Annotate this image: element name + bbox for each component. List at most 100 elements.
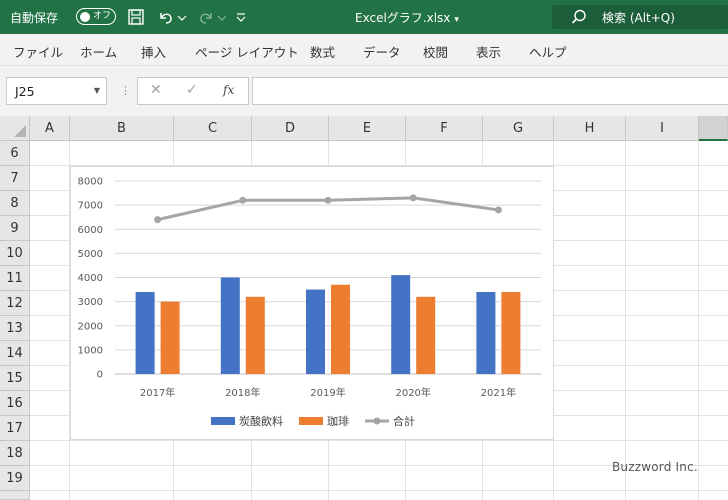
column-header-c[interactable]: C — [174, 116, 252, 141]
insert-function-button[interactable]: fx — [223, 83, 234, 97]
menu-insert[interactable]: 挿入 — [141, 42, 166, 61]
row-header-16[interactable]: 16 — [0, 391, 30, 416]
menu-home[interactable]: ホーム — [80, 42, 117, 61]
menu-bar: ファイル ホーム 挿入 ページ レイアウト 数式 データ 校閲 表示 ヘルプ — [0, 34, 728, 66]
redo-dropdown-icon[interactable] — [216, 7, 228, 27]
bar-series2 — [245, 296, 265, 374]
y-tick-label: 5000 — [78, 249, 103, 260]
chevron-down-icon[interactable]: ▼ — [94, 86, 100, 95]
bar-series1 — [220, 277, 240, 374]
bar-series1 — [135, 291, 155, 374]
redo-icon[interactable] — [196, 7, 216, 27]
legend-label: 珈琲 — [327, 414, 349, 428]
column-header-b[interactable]: B — [70, 116, 174, 141]
undo-dropdown-icon[interactable] — [176, 7, 188, 27]
column-header-j[interactable] — [699, 116, 728, 141]
y-tick-label: 6000 — [78, 225, 103, 236]
row-header-15[interactable]: 15 — [0, 366, 30, 391]
line-point — [154, 216, 162, 224]
legend-label: 合計 — [393, 414, 415, 428]
line-point — [409, 194, 417, 202]
x-tick-label: 2018年 — [225, 386, 260, 399]
select-all-button[interactable] — [0, 116, 30, 141]
row-header-18[interactable]: 18 — [0, 441, 30, 466]
bar-series1 — [391, 275, 411, 374]
menu-formulas[interactable]: 数式 — [310, 42, 335, 61]
column-header-e[interactable]: E — [329, 116, 406, 141]
enter-icon[interactable]: ✓ — [186, 82, 198, 98]
menu-file[interactable]: ファイル — [13, 42, 63, 61]
y-tick-label: 4000 — [78, 273, 103, 284]
title-bar: 自動保存 オフ Excelグラフ.xlsx ▾ 検索 (Alt+Q) — [0, 0, 728, 34]
row-header-13[interactable]: 13 — [0, 316, 30, 341]
name-box[interactable]: J25 ▼ — [6, 77, 107, 105]
autosave-state: オフ — [93, 11, 112, 21]
y-tick-label: 7000 — [78, 201, 103, 212]
row-header-17[interactable]: 17 — [0, 416, 30, 441]
autosave-toggle[interactable]: オフ — [76, 8, 116, 25]
legend-marker — [373, 417, 381, 425]
row-header-12[interactable]: 12 — [0, 291, 30, 316]
y-tick-label: 0 — [97, 370, 103, 381]
undo-icon[interactable] — [156, 7, 176, 27]
formula-buttons: ✕ ✓ fx — [137, 77, 249, 105]
menu-data[interactable]: データ — [363, 42, 401, 61]
row-header-7[interactable]: 7 — [0, 166, 30, 191]
row-header-6[interactable]: 6 — [0, 141, 30, 166]
menu-help[interactable]: ヘルプ — [529, 42, 567, 61]
combo-chart: 0 1000 2000 3000 4000 5000 6000 7000 8000 2017年 20… — [78, 177, 541, 428]
bar-series2 — [160, 301, 180, 374]
search-icon — [570, 8, 588, 26]
more-options-icon[interactable]: ⋮ — [120, 84, 131, 97]
formula-bar: J25 ▼ ⋮ ✕ ✓ fx — [0, 66, 728, 116]
menu-page-layout[interactable]: ページ レイアウト — [195, 42, 299, 61]
row-header-14[interactable]: 14 — [0, 341, 30, 366]
column-header-g[interactable]: G — [483, 116, 554, 141]
autosave-label: 自動保存 — [10, 11, 59, 25]
chart-object[interactable]: 0 1000 2000 3000 4000 5000 6000 7000 8000 2017年 20… — [70, 166, 554, 440]
select-all-triangle-icon — [14, 125, 26, 137]
row-header-11[interactable]: 11 — [0, 266, 30, 291]
y-tick-label: 8000 — [78, 177, 103, 188]
row-header-20[interactable] — [0, 491, 30, 500]
gridline — [625, 141, 626, 500]
y-tick-label: 2000 — [78, 321, 103, 332]
gridline — [698, 141, 699, 500]
search-box[interactable]: 検索 (Alt+Q) — [552, 5, 728, 29]
watermark: Buzzword Inc. — [612, 460, 698, 474]
line-point — [494, 206, 502, 214]
column-header-h[interactable]: H — [554, 116, 626, 141]
legend-swatch — [299, 417, 323, 425]
y-tick-label: 1000 — [78, 345, 103, 356]
bar-series2 — [501, 291, 521, 374]
line-point — [239, 196, 247, 204]
bar-series1 — [476, 291, 496, 374]
column-header-a[interactable]: A — [30, 116, 70, 141]
x-tick-label: 2020年 — [395, 386, 430, 399]
column-header-d[interactable]: D — [252, 116, 329, 141]
file-name[interactable]: Excelグラフ.xlsx ▾ — [355, 9, 459, 26]
legend-swatch — [211, 417, 235, 425]
row-header-8[interactable]: 8 — [0, 191, 30, 216]
save-icon[interactable] — [126, 7, 146, 27]
row-header-19[interactable]: 19 — [0, 466, 30, 491]
x-tick-label: 2019年 — [310, 386, 345, 399]
formula-input[interactable] — [252, 77, 728, 105]
x-tick-label: 2017年 — [140, 386, 175, 399]
gridline — [30, 490, 728, 491]
menu-view[interactable]: 表示 — [476, 42, 501, 61]
bar-series2 — [331, 284, 350, 374]
name-box-value: J25 — [15, 84, 35, 99]
row-header-9[interactable]: 9 — [0, 216, 30, 241]
cancel-icon[interactable]: ✕ — [150, 82, 162, 98]
legend-label: 炭酸飲料 — [239, 414, 283, 428]
y-tick-label: 3000 — [78, 297, 103, 308]
search-placeholder: 検索 (Alt+Q) — [602, 11, 675, 25]
bar-series2 — [416, 296, 436, 374]
menu-review[interactable]: 校閲 — [423, 42, 448, 61]
column-header-f[interactable]: F — [406, 116, 483, 141]
chevron-down-icon: ▾ — [454, 15, 459, 25]
customize-toolbar-icon[interactable] — [234, 7, 248, 27]
column-header-i[interactable]: I — [626, 116, 699, 141]
row-header-10[interactable]: 10 — [0, 241, 30, 266]
